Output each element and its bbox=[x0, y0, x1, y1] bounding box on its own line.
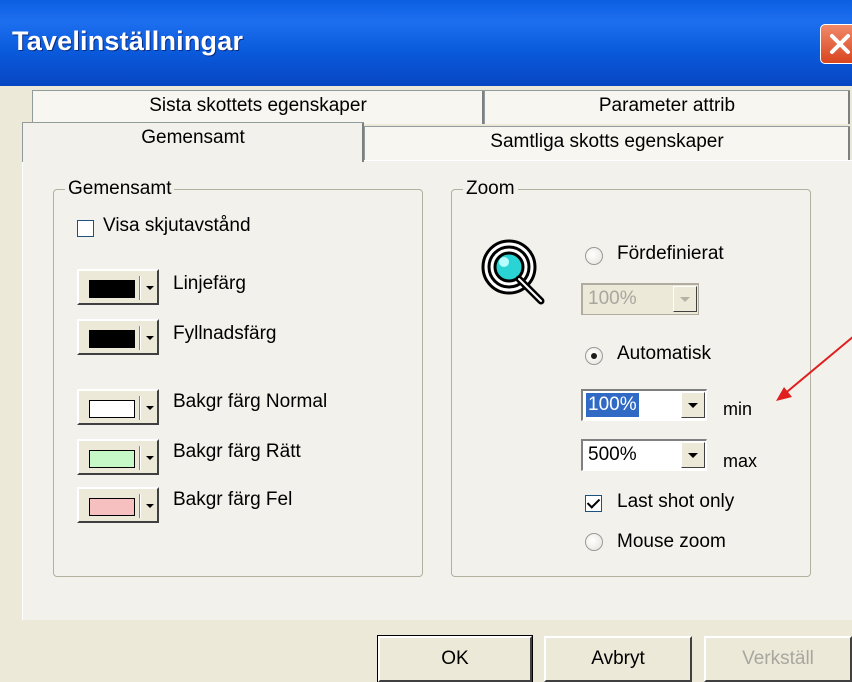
show-distance-checkbox[interactable] bbox=[77, 220, 94, 237]
line-color-button[interactable] bbox=[77, 269, 159, 305]
show-distance-label: Visa skjutavstånd bbox=[103, 215, 251, 236]
min-zoom-select[interactable]: 100% bbox=[581, 389, 707, 421]
predefined-label: Fördefinierat bbox=[617, 243, 724, 264]
selected-value: 100% bbox=[586, 393, 639, 417]
divider bbox=[139, 396, 141, 420]
selected-value: 100% bbox=[588, 288, 637, 309]
divider bbox=[139, 446, 141, 470]
automatic-label: Automatisk bbox=[617, 343, 711, 364]
ok-button[interactable]: OK bbox=[377, 635, 533, 682]
cancel-button[interactable]: Avbryt bbox=[544, 636, 692, 682]
color-swatch bbox=[89, 400, 135, 418]
selected-value: 500% bbox=[588, 444, 637, 465]
tab-label: Samtliga skotts egenskaper bbox=[490, 131, 724, 152]
mouse-zoom-radio[interactable] bbox=[585, 533, 603, 551]
line-color-label: Linjefärg bbox=[173, 273, 246, 294]
bg-normal-color-button[interactable] bbox=[77, 389, 159, 425]
tab-gemensamt[interactable]: Gemensamt bbox=[22, 122, 364, 162]
predefined-zoom-select[interactable]: 100% bbox=[581, 283, 699, 315]
chevron-down-icon bbox=[146, 286, 154, 290]
chevron-down-icon[interactable] bbox=[673, 286, 697, 312]
fill-color-label: Fyllnadsfärg bbox=[173, 323, 277, 344]
divider bbox=[139, 494, 141, 518]
predefined-radio[interactable] bbox=[585, 247, 603, 265]
chevron-down-icon[interactable] bbox=[681, 442, 705, 468]
tab-samtliga-skotts-egenskaper[interactable]: Samtliga skotts egenskaper bbox=[364, 126, 850, 160]
apply-button[interactable]: Verkställ bbox=[704, 636, 852, 682]
color-swatch bbox=[89, 330, 135, 348]
tab-label: Sista skottets egenskaper bbox=[149, 95, 367, 116]
tab-label: Gemensamt bbox=[141, 127, 245, 148]
zoom-group-legend: Zoom bbox=[463, 178, 518, 200]
max-zoom-select[interactable]: 500% bbox=[581, 439, 707, 471]
magnifier-target-icon bbox=[481, 239, 545, 305]
last-shot-only-label: Last shot only bbox=[617, 491, 735, 512]
color-swatch bbox=[89, 450, 135, 468]
bg-normal-color-label: Bakgr färg Normal bbox=[173, 391, 328, 412]
divider bbox=[139, 326, 141, 350]
chevron-down-icon bbox=[146, 504, 154, 508]
color-swatch bbox=[89, 498, 135, 516]
min-label: min bbox=[723, 399, 753, 419]
title-bar: Tavelinställningar bbox=[0, 0, 852, 86]
tab-sista-skottets-egenskaper[interactable]: Sista skottets egenskaper bbox=[32, 90, 484, 124]
bg-wrong-color-label: Bakgr färg Fel bbox=[173, 489, 293, 510]
annotation-arrow bbox=[776, 336, 852, 401]
bg-correct-color-label: Bakgr färg Rätt bbox=[173, 441, 301, 462]
mouse-zoom-label: Mouse zoom bbox=[617, 531, 726, 552]
chevron-down-icon[interactable] bbox=[681, 392, 705, 418]
close-icon bbox=[830, 34, 850, 54]
common-group-legend: Gemensamt bbox=[65, 178, 175, 200]
last-shot-only-checkbox[interactable] bbox=[585, 495, 602, 512]
window-title: Tavelinställningar bbox=[12, 26, 244, 56]
chevron-down-icon bbox=[146, 406, 154, 410]
divider bbox=[139, 276, 141, 300]
tab-parameter-attrib[interactable]: Parameter attrib bbox=[484, 90, 850, 124]
chevron-down-icon bbox=[146, 456, 154, 460]
automatic-radio[interactable] bbox=[585, 347, 603, 365]
bg-wrong-color-button[interactable] bbox=[77, 487, 159, 523]
bg-correct-color-button[interactable] bbox=[77, 439, 159, 475]
close-button[interactable] bbox=[820, 24, 852, 64]
max-label: max bbox=[723, 451, 758, 471]
tab-label: Parameter attrib bbox=[598, 95, 736, 116]
chevron-down-icon bbox=[146, 336, 154, 340]
tab-panel: Gemensamt Visa skjutavstånd Linjefärg Fy… bbox=[22, 160, 852, 620]
fill-color-button[interactable] bbox=[77, 319, 159, 355]
color-swatch bbox=[89, 280, 135, 298]
